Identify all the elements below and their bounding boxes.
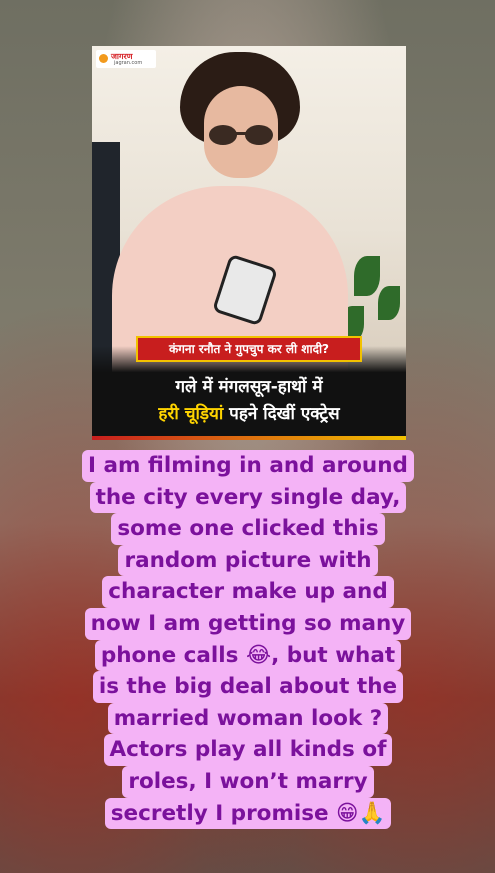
news-post-image: जागरण jagran.com कंगना रनौत ने गुपचुप कर… <box>92 46 406 440</box>
caption-line: secretly I promise 😁🙏 <box>104 797 392 830</box>
sun-icon <box>99 54 108 63</box>
headline-rest: पहने दिखीं एक्ट्रेस <box>223 404 340 424</box>
headline-line-1: गले में मंगलसूत्र-हाथों में <box>175 377 323 397</box>
sunglasses-icon <box>209 125 273 145</box>
caption-line: phone calls 😂, but what <box>94 639 402 672</box>
caption-line: roles, I won’t marry <box>122 765 374 798</box>
story-caption: I am filming in and around the city ever… <box>70 450 426 830</box>
caption-line: random picture with <box>118 544 378 577</box>
headline-line-2: हरी चूड़ियां पहने दिखीं एक्ट्रेस <box>92 401 406 424</box>
plant-leaf <box>378 286 400 320</box>
plant-leaf <box>354 256 380 296</box>
caption-line: some one clicked this <box>111 513 385 545</box>
caption-line: the city every single day, <box>89 481 407 514</box>
caption-line: is the big deal about the <box>92 671 404 703</box>
caption-line: I am filming in and around <box>82 450 414 482</box>
headline-highlight: हरी चूड़ियां <box>158 404 224 424</box>
caption-line: character make up and <box>102 576 394 608</box>
logo-domain: jagran.com <box>114 60 143 66</box>
news-tag: कंगना रनौत ने गुपचुप कर ली शादी? <box>136 336 362 362</box>
jagran-logo: जागरण jagran.com <box>96 50 156 68</box>
photo: जागरण jagran.com <box>92 46 406 396</box>
caption-line: now I am getting so many <box>84 607 412 640</box>
accent-bar <box>92 436 406 440</box>
caption-line: married woman look ? <box>107 702 389 735</box>
caption-line: Actors play all kinds of <box>103 734 393 766</box>
